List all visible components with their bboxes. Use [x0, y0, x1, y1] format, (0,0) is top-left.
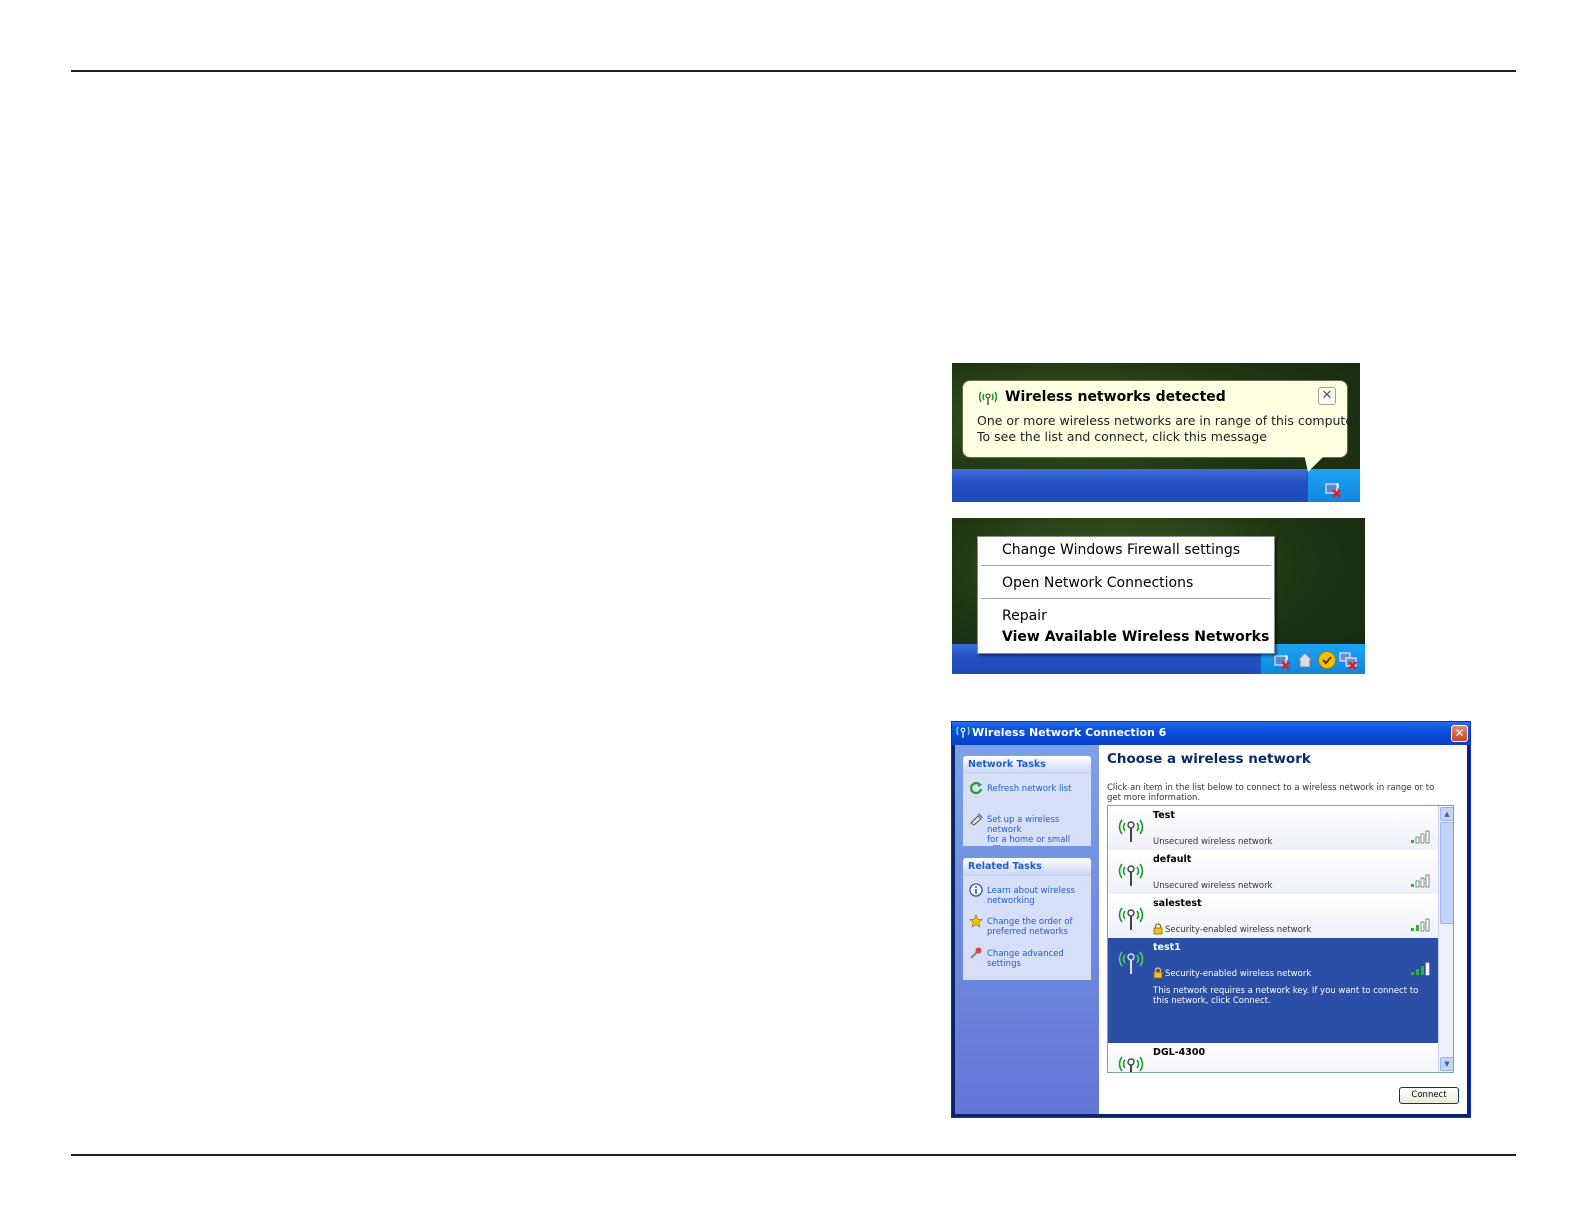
- wireless-icon: [978, 391, 998, 405]
- star-icon: [969, 914, 983, 928]
- refresh-network-list-link[interactable]: Refresh network list: [987, 784, 1091, 794]
- network-list[interactable]: Test Unsecured wireless network default …: [1107, 805, 1454, 1073]
- wireless-disconnected-icon[interactable]: [1324, 478, 1344, 498]
- network-list-item[interactable]: Test Unsecured wireless network: [1108, 806, 1439, 850]
- task-sidebar: Network Tasks Refresh network list Set u…: [955, 745, 1099, 1114]
- wireless-antenna-icon: [1118, 1056, 1144, 1072]
- learn-about-wireless-link[interactable]: Learn about wireless networking: [987, 886, 1091, 906]
- balloon-title: Wireless networks detected: [1005, 389, 1226, 405]
- wireless-antenna-icon: [1118, 819, 1144, 842]
- wireless-antenna-icon: [1118, 863, 1144, 886]
- home-icon[interactable]: [1295, 650, 1315, 670]
- tray-context-menu: Change Windows Firewall settings Open Ne…: [977, 536, 1275, 654]
- network-disconnected-icon[interactable]: [1339, 650, 1359, 670]
- related-tasks-header: Related Tasks: [963, 858, 1091, 876]
- setup-wireless-network-link[interactable]: Set up a wireless network for a home or …: [987, 815, 1091, 846]
- menu-separator: [981, 598, 1271, 599]
- list-scrollbar[interactable]: ▲ ▼: [1438, 806, 1453, 1072]
- bottom-rule: [71, 1154, 1516, 1156]
- scroll-down-button[interactable]: ▼: [1440, 1057, 1453, 1071]
- wireless-antenna-icon: [1118, 951, 1144, 974]
- network-tasks-header: Network Tasks: [963, 756, 1091, 774]
- network-name: default: [1153, 854, 1192, 865]
- screenshot-context-menu-panel: Change Windows Firewall settings Open Ne…: [952, 518, 1365, 674]
- network-key-note: This network requires a network key. If …: [1153, 986, 1419, 1006]
- signal-strength-icon: [1411, 830, 1430, 844]
- notification-balloon[interactable]: Wireless networks detected One or more w…: [962, 380, 1360, 458]
- signal-strength-icon: [1411, 874, 1430, 888]
- taskbar: [952, 469, 1360, 502]
- menu-separator: [981, 565, 1271, 566]
- network-list-item[interactable]: default Unsecured wireless network: [1108, 850, 1439, 894]
- menu-item-change-firewall-settings[interactable]: Change Windows Firewall settings: [1002, 542, 1240, 558]
- balloon-close-button[interactable]: ✕: [1318, 387, 1336, 405]
- signal-strength-icon: [1411, 962, 1430, 976]
- network-name: salestest: [1153, 898, 1202, 909]
- scroll-up-button[interactable]: ▲: [1440, 807, 1453, 821]
- wireless-antenna-icon: [1118, 907, 1144, 930]
- network-security-type: Unsecured wireless network: [1153, 837, 1273, 847]
- screenshot-balloon-panel: Wireless networks detected One or more w…: [952, 363, 1360, 502]
- top-rule: [71, 70, 1516, 72]
- wireless-disconnected-icon[interactable]: [1273, 650, 1293, 670]
- dialog-body: Network Tasks Refresh network list Set u…: [955, 745, 1467, 1114]
- network-security-type: Unsecured wireless network: [1153, 881, 1273, 891]
- refresh-icon: [969, 782, 983, 795]
- system-tray: [1260, 644, 1365, 674]
- system-tray: [1307, 469, 1360, 502]
- main-panel: Choose a wireless network Click an item …: [1099, 745, 1467, 1114]
- network-tasks-panel: Network Tasks Refresh network list Set u…: [963, 756, 1091, 846]
- network-list-item-selected[interactable]: test1 Security-enabled wireless network …: [1108, 938, 1439, 1043]
- instructions-text: Click an item in the list below to conne…: [1107, 783, 1435, 803]
- connect-button[interactable]: Connect: [1399, 1087, 1459, 1104]
- related-tasks-panel: Related Tasks Learn about wireless netwo…: [963, 858, 1091, 980]
- menu-item-open-network-connections[interactable]: Open Network Connections: [1002, 575, 1193, 591]
- lock-icon: [1153, 967, 1163, 979]
- dialog-title: Wireless Network Connection 6: [972, 726, 1167, 739]
- network-security-type: Security-enabled wireless network: [1165, 925, 1312, 935]
- network-name: test1: [1153, 942, 1181, 953]
- scroll-thumb[interactable]: [1440, 822, 1453, 924]
- menu-item-repair[interactable]: Repair: [1002, 608, 1047, 624]
- balloon-message-line-1: One or more wireless networks are in ran…: [977, 413, 1360, 428]
- wireless-network-connection-dialog: Wireless Network Connection 6 ✕ Network …: [951, 721, 1471, 1118]
- info-icon: [969, 883, 983, 897]
- change-advanced-settings-link[interactable]: Change advanced settings: [987, 949, 1091, 969]
- menu-item-view-available-wireless-networks[interactable]: View Available Wireless Networks: [1002, 629, 1269, 645]
- network-list-item[interactable]: salestest Security-enabled wireless netw…: [1108, 894, 1439, 938]
- network-name: Test: [1153, 810, 1175, 821]
- page-title: Choose a wireless network: [1107, 751, 1311, 767]
- network-name: DGL-4300: [1153, 1047, 1206, 1058]
- close-button[interactable]: ✕: [1451, 725, 1468, 742]
- title-bar[interactable]: Wireless Network Connection 6 ✕: [952, 722, 1470, 745]
- balloon-tail: [1304, 454, 1326, 472]
- setup-wireless-icon: [970, 813, 983, 826]
- network-list-item[interactable]: DGL-4300: [1108, 1043, 1439, 1072]
- lock-icon: [1153, 923, 1163, 935]
- change-network-order-link[interactable]: Change the order of preferred networks: [987, 917, 1091, 937]
- balloon-message-line-2: To see the list and connect, click this …: [977, 429, 1267, 444]
- wireless-icon: [956, 726, 970, 738]
- network-security-type: Security-enabled wireless network: [1165, 969, 1312, 979]
- signal-strength-icon: [1411, 918, 1430, 932]
- settings-wrench-icon: [970, 947, 982, 959]
- security-alert-icon[interactable]: [1317, 650, 1337, 670]
